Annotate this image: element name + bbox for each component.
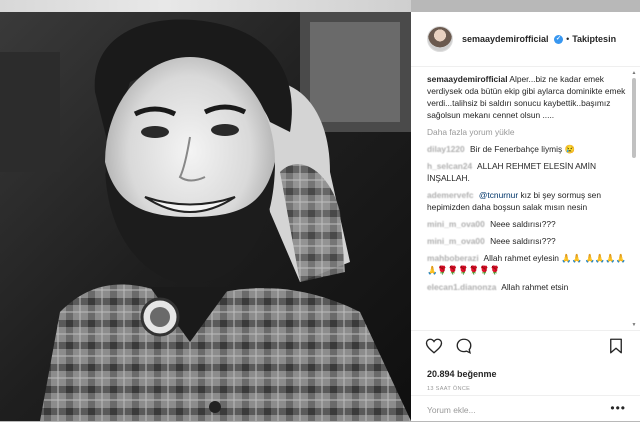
action-bar [411,330,640,359]
comment-username[interactable]: mahboberazi [427,253,479,263]
comment-username[interactable]: mini_m_ova00 [427,219,485,229]
caption: semaaydemirofficial Alper...biz ne kadar… [427,73,633,121]
separator-dot: • [566,34,570,44]
comment-item: h_selcan24 ALLAH REHMET ELESİN AMİN İNŞA… [427,160,633,184]
comment-username[interactable]: mini_m_ova00 [427,236,485,246]
post-header: semaaydemirofficial ✓ • Takiptesin [411,12,640,67]
comment-item: dilay1220 Bir de Fenerbahçe liymiş 😢 [427,143,633,155]
comment-username[interactable]: elecan1.dianonza [427,282,496,292]
comment-item: mahboberazi Allah rahmet eylesin 🙏🙏 🙏🙏🙏🙏… [427,252,633,276]
scroll-thumb[interactable] [632,78,636,158]
comment-username[interactable]: h_selcan24 [427,161,472,171]
more-options-icon[interactable]: ••• [610,401,626,415]
add-comment-input[interactable]: Yorum ekle... [427,405,476,415]
comment-item: ademervefc @tcnurnur kız bi şey sormuş s… [427,189,633,213]
comment-text: Bir de Fenerbahçe liymiş 😢 [470,144,575,154]
comment-text: Neee saldırısı??? [490,219,556,229]
comment-text: Neee saldırısı??? [490,236,556,246]
username-link[interactable]: semaaydemirofficial ✓ [462,34,564,45]
comment-icon[interactable] [455,337,473,355]
comment-username[interactable]: ademervefc [427,190,474,200]
add-comment-bar: Yorum ekle... ••• [411,395,640,422]
comment-item: elecan1.dianonza Allah rahmet etsin [427,281,633,293]
post-side-panel: semaaydemirofficial ✓ • Takiptesin semaa… [411,12,640,421]
comments-scrollbar[interactable]: ▲ ▼ [631,70,637,328]
bookmark-icon[interactable] [607,337,625,355]
post-photo[interactable] [0,12,411,421]
load-more-comments-link[interactable]: Daha fazla yorum yükle [427,127,633,137]
likes-count[interactable]: 20.894 beğenme [427,369,497,379]
heart-icon[interactable] [425,337,443,355]
scroll-down-arrow-icon[interactable]: ▼ [631,322,637,328]
comment-text: Allah rahmet etsin [501,282,569,292]
panel-top-gap [411,0,640,12]
comments-list[interactable]: semaaydemirofficial Alper...biz ne kadar… [411,67,633,327]
following-button[interactable]: Takiptesin [572,34,616,44]
avatar[interactable] [427,26,453,52]
comment-item: mini_m_ova00 Neee saldırısı??? [427,235,633,247]
previous-image-strip [0,0,411,12]
scroll-up-arrow-icon[interactable]: ▲ [631,70,637,76]
comment-mention-link[interactable]: @tcnurnur [479,190,518,200]
verified-badge-icon: ✓ [554,35,564,45]
caption-username[interactable]: semaaydemirofficial [427,74,508,84]
post-timestamp[interactable]: 13 SAAT ÖNCE [427,386,470,392]
username-text[interactable]: semaaydemirofficial [462,34,549,44]
post-photo-area [0,0,411,421]
comment-item: mini_m_ova00 Neee saldırısı??? [427,218,633,230]
comment-username[interactable]: dilay1220 [427,144,465,154]
